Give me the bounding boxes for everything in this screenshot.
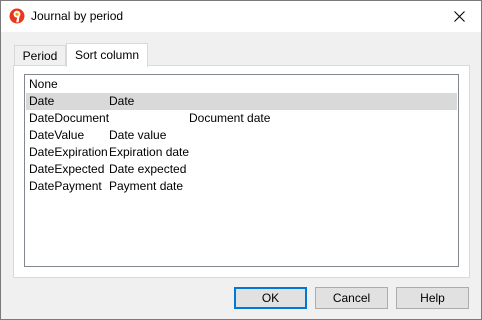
list-item-datepayment[interactable]: DatePayment Payment date bbox=[26, 178, 457, 195]
column-description: Date value bbox=[109, 128, 167, 142]
window-title: Journal by period bbox=[31, 9, 124, 23]
help-button[interactable]: Help bbox=[396, 287, 469, 309]
title-bar[interactable]: Journal by period bbox=[1, 1, 481, 32]
cancel-button[interactable]: Cancel bbox=[315, 287, 388, 309]
close-icon bbox=[453, 11, 465, 22]
column-name: DateValue bbox=[29, 128, 85, 142]
column-description: Payment date bbox=[109, 179, 184, 193]
list-item-none[interactable]: None bbox=[26, 76, 457, 93]
list-item-datevalue[interactable]: DateValue Date value bbox=[26, 127, 457, 144]
column-name: None bbox=[29, 77, 58, 91]
list-item-dateexpiration[interactable]: DateExpiration Expiration date bbox=[26, 144, 457, 161]
list-item-date[interactable]: Date Date bbox=[26, 93, 457, 110]
column-name: Date bbox=[29, 94, 55, 108]
banana-logo-icon bbox=[9, 8, 25, 24]
column-extra: Document date bbox=[189, 111, 271, 125]
list-item-dateexpected[interactable]: DateExpected Date expected bbox=[26, 161, 457, 178]
column-name: DatePayment bbox=[29, 179, 102, 193]
column-name: DateExpiration bbox=[29, 145, 108, 159]
column-description: Date expected bbox=[109, 162, 187, 176]
column-description: Expiration date bbox=[109, 145, 190, 159]
column-name: DateDocument bbox=[29, 111, 110, 125]
dialog-window: Journal by period Period Sort column Non… bbox=[0, 0, 482, 320]
list-item-datedocument[interactable]: DateDocument Document date bbox=[26, 110, 457, 127]
sort-column-list[interactable]: None Date Date DateDocument Document dat… bbox=[24, 74, 459, 267]
ok-button[interactable]: OK bbox=[234, 287, 307, 309]
tab-sort-column[interactable]: Sort column bbox=[66, 43, 148, 67]
tab-panel-sort-column: None Date Date DateDocument Document dat… bbox=[13, 65, 470, 278]
tab-period[interactable]: Period bbox=[14, 45, 66, 66]
column-name: DateExpected bbox=[29, 162, 105, 176]
close-button[interactable] bbox=[437, 1, 481, 32]
column-description: Date bbox=[109, 94, 135, 108]
